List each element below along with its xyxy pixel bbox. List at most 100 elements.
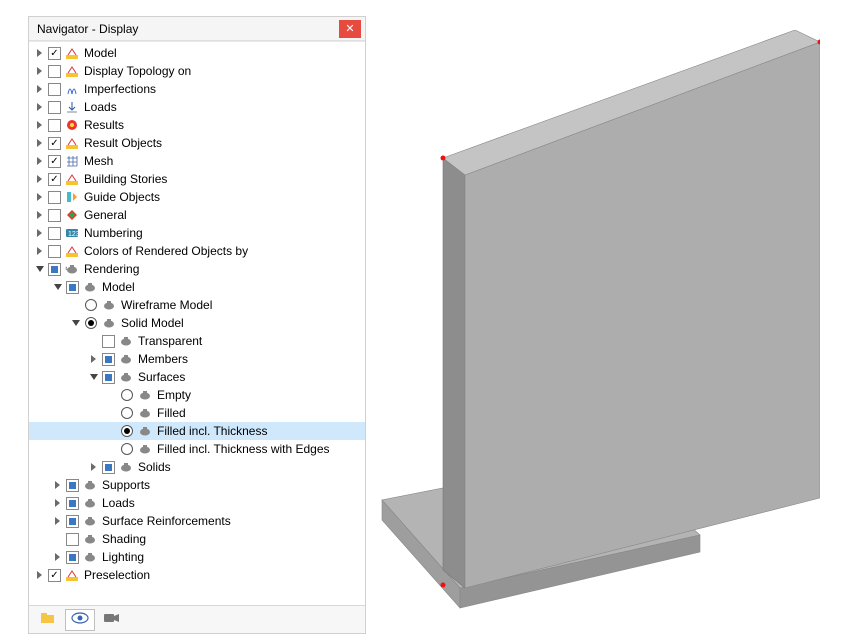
checkbox[interactable] [48, 191, 61, 204]
label: Members [137, 352, 188, 366]
teapot-icon [64, 261, 80, 277]
close-button[interactable]: ✕ [339, 20, 361, 38]
expand-toggle[interactable] [87, 352, 101, 366]
expand-toggle[interactable] [33, 244, 47, 258]
tree-item-wireframe[interactable]: Wireframe Model [29, 296, 365, 314]
radio[interactable] [121, 407, 133, 419]
tree-item-surfaces[interactable]: Surfaces [29, 368, 365, 386]
tree-item-building-stories[interactable]: ✓ Building Stories [29, 170, 365, 188]
expand-toggle[interactable] [33, 46, 47, 60]
tab-views[interactable] [97, 609, 127, 631]
checkbox[interactable] [48, 119, 61, 132]
checkbox[interactable] [66, 281, 79, 294]
tree-item-surf-filled-thickness-edges[interactable]: Filled incl. Thickness with Edges [29, 440, 365, 458]
tree-item-surf-filled-thickness[interactable]: Filled incl. Thickness [29, 422, 365, 440]
checkbox[interactable] [102, 371, 115, 384]
tree-item-model[interactable]: ✓ Model [29, 44, 365, 62]
label: Wireframe Model [120, 298, 212, 312]
checkbox[interactable] [102, 335, 115, 348]
expand-toggle[interactable] [33, 118, 47, 132]
tab-display[interactable] [65, 609, 95, 631]
checkbox[interactable]: ✓ [48, 137, 61, 150]
checkbox[interactable] [102, 353, 115, 366]
results-icon [64, 117, 80, 133]
collapse-toggle[interactable] [33, 262, 47, 276]
tree-item-display-topology[interactable]: Display Topology on [29, 62, 365, 80]
teapot-icon [137, 441, 153, 457]
tree-item-rendering[interactable]: Rendering [29, 260, 365, 278]
checkbox[interactable] [48, 83, 61, 96]
tree-item-result-objects[interactable]: ✓ Result Objects [29, 134, 365, 152]
checkbox[interactable] [48, 227, 61, 240]
tree-item-general[interactable]: General [29, 206, 365, 224]
checkbox[interactable] [66, 479, 79, 492]
tree-item-shading[interactable]: Shading [29, 530, 365, 548]
tree-item-surf-empty[interactable]: Empty [29, 386, 365, 404]
radio[interactable] [121, 443, 133, 455]
radio[interactable] [85, 317, 97, 329]
tree-item-supports[interactable]: Supports [29, 476, 365, 494]
expand-toggle[interactable] [33, 208, 47, 222]
tree-item-transparent[interactable]: Transparent [29, 332, 365, 350]
tree-item-preselection[interactable]: ✓ Preselection [29, 566, 365, 584]
tree-item-numbering[interactable]: 123 Numbering [29, 224, 365, 242]
checkbox[interactable] [48, 209, 61, 222]
tree-item-lighting[interactable]: Lighting [29, 548, 365, 566]
checkbox[interactable] [66, 551, 79, 564]
checkbox[interactable]: ✓ [48, 155, 61, 168]
teapot-icon [137, 387, 153, 403]
tree[interactable]: ✓ Model Display Topology on Imperfection… [29, 41, 365, 605]
tree-item-loads[interactable]: Loads [29, 98, 365, 116]
collapse-toggle[interactable] [87, 370, 101, 384]
expand-toggle[interactable] [51, 496, 65, 510]
radio[interactable] [121, 425, 133, 437]
close-icon: ✕ [345, 22, 354, 35]
topology-icon [64, 63, 80, 79]
mesh-icon [64, 153, 80, 169]
tree-item-solid-model[interactable]: Solid Model [29, 314, 365, 332]
radio[interactable] [121, 389, 133, 401]
tree-item-r-loads[interactable]: Loads [29, 494, 365, 512]
expand-toggle[interactable] [51, 478, 65, 492]
checkbox[interactable] [102, 461, 115, 474]
expand-toggle[interactable] [51, 514, 65, 528]
collapse-toggle[interactable] [51, 280, 65, 294]
tree-item-members[interactable]: Members [29, 350, 365, 368]
checkbox[interactable] [66, 515, 79, 528]
label: General [83, 208, 127, 222]
tree-item-imperfections[interactable]: Imperfections [29, 80, 365, 98]
teapot-icon [101, 297, 117, 313]
tree-item-colors-by[interactable]: Colors of Rendered Objects by [29, 242, 365, 260]
expand-toggle[interactable] [33, 154, 47, 168]
tree-item-solids[interactable]: Solids [29, 458, 365, 476]
expand-toggle[interactable] [33, 568, 47, 582]
tree-item-results[interactable]: Results [29, 116, 365, 134]
tree-item-surface-reinforcements[interactable]: Surface Reinforcements [29, 512, 365, 530]
expand-toggle[interactable] [33, 64, 47, 78]
checkbox[interactable] [66, 533, 79, 546]
tree-item-surf-filled[interactable]: Filled [29, 404, 365, 422]
label: Display Topology on [83, 64, 191, 78]
checkbox[interactable] [48, 101, 61, 114]
checkbox[interactable]: ✓ [48, 47, 61, 60]
expand-toggle[interactable] [33, 172, 47, 186]
checkbox[interactable] [48, 263, 61, 276]
expand-toggle[interactable] [33, 226, 47, 240]
expand-toggle[interactable] [33, 100, 47, 114]
tree-item-mesh[interactable]: ✓ Mesh [29, 152, 365, 170]
checkbox[interactable] [66, 497, 79, 510]
tree-item-guide-objects[interactable]: Guide Objects [29, 188, 365, 206]
checkbox[interactable]: ✓ [48, 569, 61, 582]
expand-toggle[interactable] [33, 136, 47, 150]
checkbox[interactable] [48, 65, 61, 78]
expand-toggle[interactable] [33, 190, 47, 204]
expand-toggle[interactable] [33, 82, 47, 96]
tree-item-r-model[interactable]: Model [29, 278, 365, 296]
tab-project[interactable] [33, 609, 63, 631]
expand-toggle[interactable] [87, 460, 101, 474]
collapse-toggle[interactable] [69, 316, 83, 330]
checkbox[interactable] [48, 245, 61, 258]
radio[interactable] [85, 299, 97, 311]
expand-toggle[interactable] [51, 550, 65, 564]
checkbox[interactable]: ✓ [48, 173, 61, 186]
